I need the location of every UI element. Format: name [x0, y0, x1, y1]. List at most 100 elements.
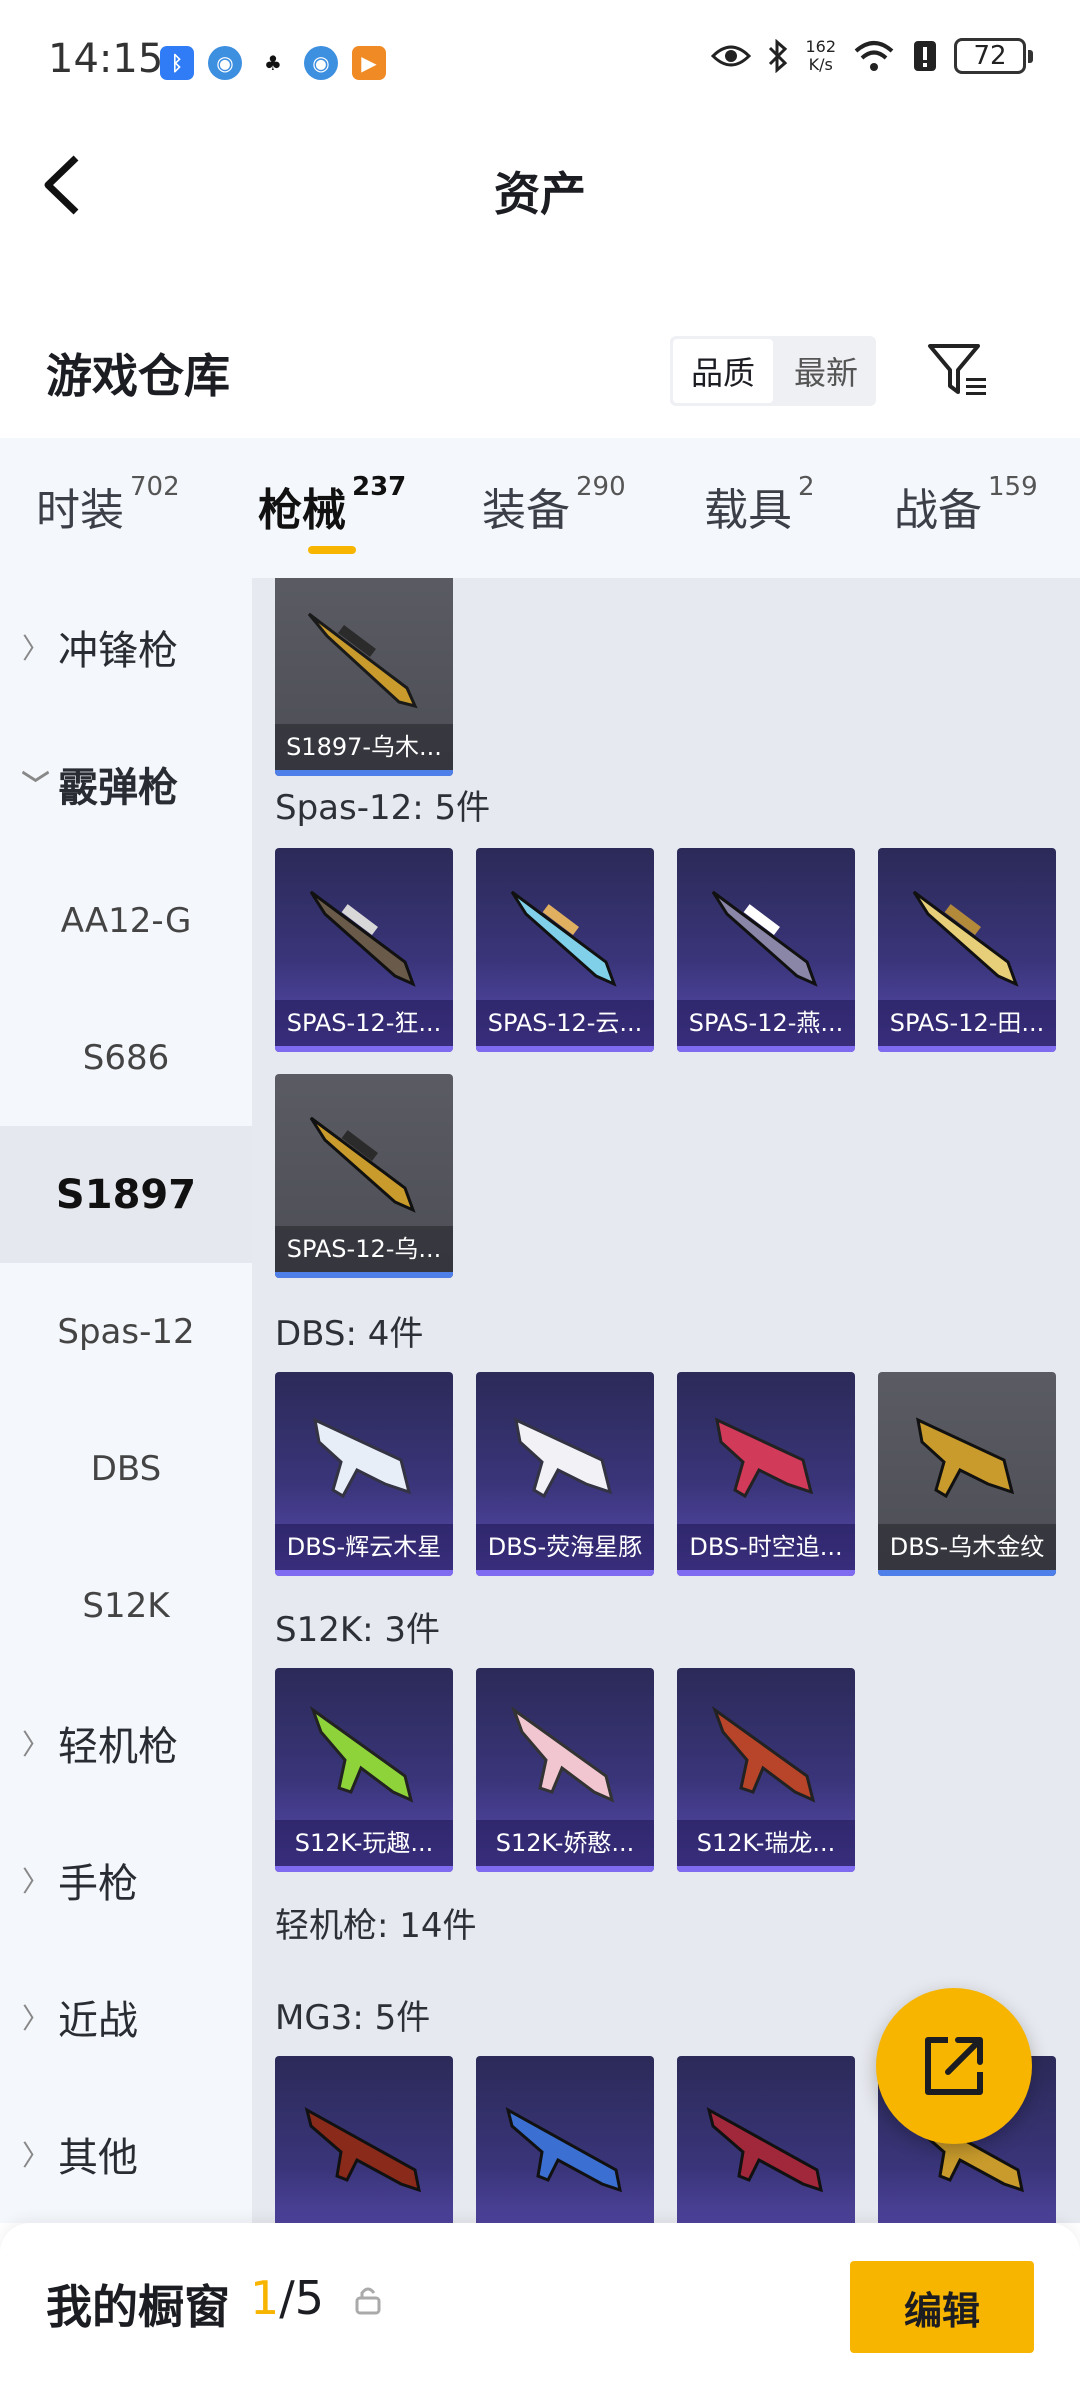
nav-item-aa12g[interactable]: AA12-G [0, 852, 252, 989]
shotgun-icon [916, 1417, 1015, 1499]
edit-button[interactable]: 编辑 [850, 2261, 1034, 2353]
item-name: DBS-辉云木星 [275, 1524, 453, 1570]
nav-label: 近战 [58, 1997, 138, 2044]
page-title: 资产 [494, 167, 586, 221]
item-name: DBS-荧海星豚 [476, 1524, 654, 1570]
external-link-icon [925, 2037, 983, 2095]
group-label: Spas-12: 5件 [275, 788, 491, 828]
tab-firearms[interactable]: 枪械 237 [258, 472, 407, 538]
tab-supplies[interactable]: 战备 159 [894, 472, 1038, 538]
nav-item-other[interactable]: 〉其他 [0, 2085, 252, 2222]
item-card[interactable]: SPAS-12-田... [878, 848, 1056, 1052]
top-bar: 资产 [0, 120, 1080, 260]
item-name: S12K-瑞龙... [677, 1820, 855, 1866]
nav-item-smg[interactable]: 〉冲锋枪 [0, 578, 252, 715]
tab-fashion[interactable]: 时装 702 [36, 472, 180, 538]
bluetooth-icon [769, 39, 788, 73]
nav-item-shotgun[interactable]: 〉霰弹枪 [0, 715, 252, 852]
showcase-current: 1 [250, 2271, 280, 2325]
shotgun-icon [510, 1705, 615, 1803]
tab-count: 702 [130, 472, 180, 502]
tab-count: 2 [798, 472, 815, 502]
shotgun-icon [307, 612, 418, 709]
active-tab-indicator [308, 546, 356, 554]
nav-item-lmg[interactable]: 〉轻机枪 [0, 1674, 252, 1811]
nav-label: 霰弹枪 [58, 764, 178, 811]
filter-button[interactable] [926, 340, 990, 400]
showcase-bar: 我的橱窗 1/5 编辑 [0, 2223, 1080, 2382]
nav-item-pistol[interactable]: 〉手枪 [0, 1811, 252, 1948]
group-label: MG3: 5件 [275, 1998, 431, 2038]
item-card[interactable]: SPAS-12-乌... [275, 1074, 453, 1278]
nav-item-dbs[interactable]: DBS [0, 1400, 252, 1537]
nav-item-spas12[interactable]: Spas-12 [0, 1263, 252, 1400]
shotgun-icon [309, 1705, 414, 1803]
item-card[interactable]: S12K-娇憨... [476, 1668, 654, 1872]
item-name: SPAS-12-狂... [275, 1000, 453, 1046]
tab-label: 战备 [894, 485, 982, 536]
item-name: SPAS-12-田... [878, 1000, 1056, 1046]
eye-icon [711, 45, 752, 67]
machine-gun-icon [706, 2107, 823, 2193]
nav-item-s1897[interactable]: S1897 [0, 1126, 252, 1263]
status-bar: 14:15 ᛒ ◉ ♣ ◉ ▶ 162 K/s 72 [0, 0, 1080, 120]
item-card[interactable] [677, 2056, 855, 2223]
shotgun-icon [912, 890, 1019, 987]
item-card[interactable] [275, 2056, 453, 2223]
sort-toggle: 品质 最新 [670, 336, 876, 406]
item-card[interactable]: S1897-乌木... [275, 578, 453, 776]
group-label: DBS: 4件 [275, 1314, 424, 1354]
shotgun-icon [313, 1417, 412, 1499]
category-tabs: 时装 702 枪械 237 装备 290 载具 2 战备 159 [0, 438, 1080, 578]
item-card[interactable]: DBS-时空追... [677, 1372, 855, 1576]
sort-quality-button[interactable]: 品质 [673, 339, 773, 403]
clock: 14:15 [48, 36, 164, 82]
item-name: S12K-娇憨... [476, 1820, 654, 1866]
chevron-right-icon: 〉 [22, 2001, 51, 2035]
sort-newest-button[interactable]: 最新 [776, 336, 876, 406]
item-card[interactable]: S12K-玩趣... [275, 1668, 453, 1872]
item-card[interactable]: SPAS-12-狂... [275, 848, 453, 1052]
rarity-bar [878, 1046, 1056, 1052]
tab-equipment[interactable]: 装备 290 [482, 472, 626, 538]
tab-label: 装备 [482, 485, 570, 536]
rarity-bar [476, 1046, 654, 1052]
nav-label: 轻机枪 [58, 1723, 178, 1770]
rarity-bar [677, 1046, 855, 1052]
share-fab-button[interactable] [876, 1988, 1032, 2144]
item-card[interactable]: SPAS-12-燕... [677, 848, 855, 1052]
item-card[interactable]: S12K-瑞龙... [677, 1668, 855, 1872]
item-grid: S1897-乌木... Spas-12: 5件 SPAS-12-狂... SPA… [252, 578, 1080, 2223]
shotgun-icon [309, 890, 416, 987]
item-card[interactable]: DBS-乌木金纹 [878, 1372, 1056, 1576]
nav-label: 手枪 [58, 1860, 138, 1907]
machine-gun-icon [304, 2107, 421, 2193]
item-name: SPAS-12-燕... [677, 1000, 855, 1046]
nav-label: 其他 [58, 2134, 138, 2181]
nav-item-s12k[interactable]: S12K [0, 1537, 252, 1674]
item-card[interactable]: SPAS-12-云... [476, 848, 654, 1052]
item-name: SPAS-12-乌... [275, 1226, 453, 1272]
item-name: SPAS-12-云... [476, 1000, 654, 1046]
item-name: S1897-乌木... [275, 724, 453, 770]
shotgun-icon [514, 1417, 613, 1499]
item-name: S12K-玩趣... [275, 1820, 453, 1866]
rarity-bar [476, 1866, 654, 1872]
showcase-count: 1/5 [250, 2271, 324, 2325]
nav-item-melee[interactable]: 〉近战 [0, 1948, 252, 2085]
shotgun-icon [309, 1116, 416, 1213]
net-speed-value: 162 [805, 37, 836, 56]
browser-icon: ◉ [208, 46, 242, 80]
tab-vehicles[interactable]: 载具 2 [704, 472, 815, 538]
nav-label: 冲锋枪 [58, 627, 178, 674]
network-speed: 162 K/s [805, 38, 836, 74]
wifi-icon [854, 41, 894, 71]
tab-count: 237 [352, 472, 407, 502]
item-card[interactable] [476, 2056, 654, 2223]
item-card[interactable]: DBS-辉云木星 [275, 1372, 453, 1576]
nav-item-s686[interactable]: S686 [0, 989, 252, 1126]
item-card[interactable]: DBS-荧海星豚 [476, 1372, 654, 1576]
tab-count: 290 [576, 472, 626, 502]
chevron-right-icon: 〉 [22, 2138, 51, 2172]
chevron-right-icon: 〉 [22, 1727, 51, 1761]
